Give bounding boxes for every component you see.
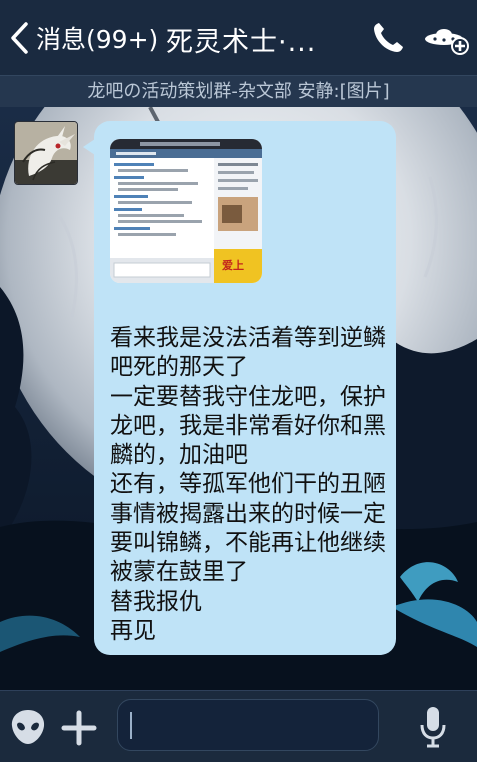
back-button[interactable]: 消息(99+) <box>6 18 158 58</box>
back-label: 消息(99+) <box>36 25 159 54</box>
message-input[interactable] <box>117 699 379 751</box>
plus-icon[interactable] <box>60 709 98 747</box>
message-text: 看来我是没法活着等到逆鳞吧死的那天了 一定要替我守住龙吧，保护龙吧，我是非常看好… <box>110 325 386 644</box>
group-notice-bar[interactable]: 龙吧の活动策划群-杂文部 安静:[图片] <box>0 75 477 108</box>
chevron-left-icon <box>11 22 28 54</box>
sender-avatar[interactable] <box>14 121 78 185</box>
message-image[interactable]: 爱上 <box>110 139 262 283</box>
text-caret <box>130 712 132 739</box>
message-bubble[interactable]: 爱上 看来我是没法活着等到逆鳞吧死的那天了 一定要替我守住龙吧，保护龙吧，我是非… <box>83 121 396 655</box>
chat-title: 死灵术士·... <box>166 27 317 58</box>
input-bar <box>0 690 477 762</box>
bubble-tail <box>83 139 95 155</box>
svg-text:爱上: 爱上 <box>222 258 244 272</box>
alien-ufo-icon[interactable] <box>422 20 472 58</box>
alien-face-icon[interactable] <box>8 707 48 747</box>
microphone-icon[interactable] <box>418 705 448 749</box>
phone-icon[interactable] <box>368 18 408 58</box>
title-bar: 消息(99+) 死灵术士·... <box>0 0 477 75</box>
chat-area[interactable]: 爱上 看来我是没法活着等到逆鳞吧死的那天了 一定要替我守住龙吧，保护龙吧，我是非… <box>0 107 477 690</box>
